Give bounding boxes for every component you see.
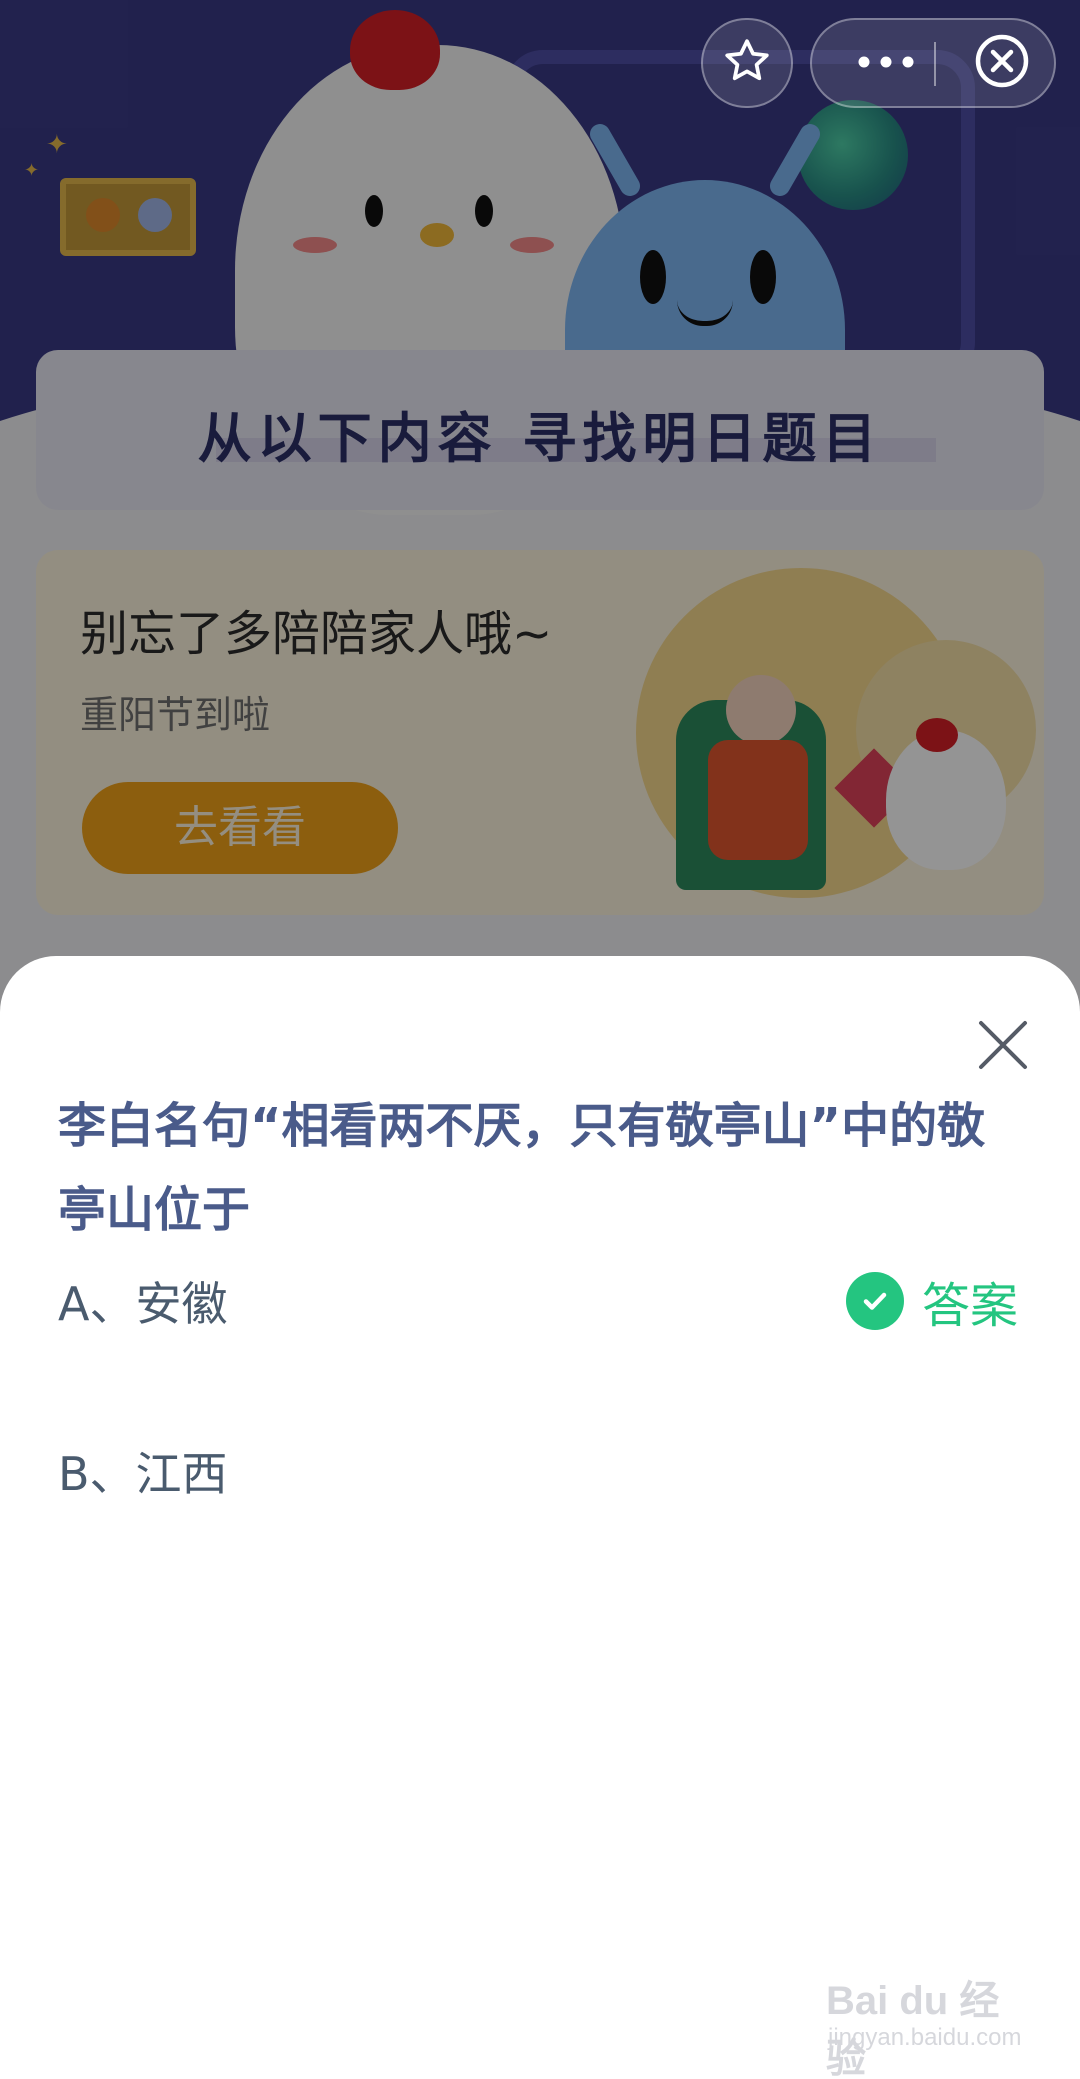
watermark-url: jingyan.baidu.com	[828, 2024, 1022, 2051]
answer-label: 答案	[921, 1278, 1018, 1334]
quiz-question: 李白名句“相看两不厌，只有敬亭山”中的敬亭山位于	[58, 1098, 986, 1238]
more-dots-icon	[856, 54, 916, 73]
answer-badge: 答案	[845, 1256, 1018, 1346]
close-circle-icon	[974, 33, 1030, 93]
exit-button[interactable]	[952, 20, 1052, 106]
check-circle-icon	[845, 1272, 904, 1330]
option-a[interactable]: A、安徽 答案	[58, 1256, 1018, 1346]
mini-program-capsule	[810, 18, 1056, 108]
option-a-label: A、安徽	[58, 1277, 228, 1331]
option-b-label: B、江西	[58, 1447, 228, 1501]
close-icon	[977, 1019, 1029, 1075]
option-b[interactable]: B、江西	[58, 1426, 1018, 1516]
more-button[interactable]	[842, 20, 930, 106]
capsule-divider	[934, 42, 936, 86]
baidu-jingyan-watermark: Bai du 经验 jingyan.baidu.com	[826, 1968, 1026, 2079]
quiz-bottom-sheet: 李白名句“相看两不厌，只有敬亭山”中的敬亭山位于 A、安徽 答案 B、江西	[0, 956, 1080, 2079]
star-icon	[722, 36, 772, 90]
favorite-button[interactable]	[701, 18, 793, 108]
sheet-close-button[interactable]	[968, 1012, 1038, 1082]
